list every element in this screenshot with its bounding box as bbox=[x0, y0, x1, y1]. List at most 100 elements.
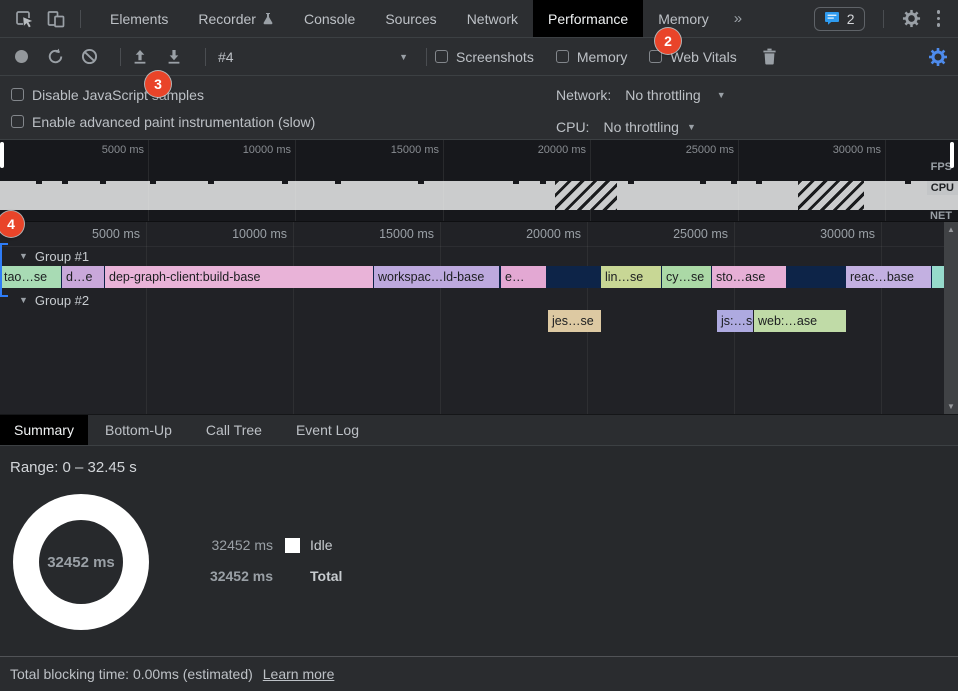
memory-checkbox[interactable]: Memory bbox=[556, 49, 628, 65]
flame-track-group1: tao…sed…edep-graph-client:build-basework… bbox=[0, 266, 944, 288]
advanced-paint-checkbox[interactable]: Enable advanced paint instrumentation (s… bbox=[0, 108, 958, 135]
timeline-overview[interactable]: FPS CPU NET 5000 ms10000 ms15000 ms20000… bbox=[0, 140, 958, 222]
flame-tick-label: 15000 ms bbox=[379, 227, 434, 241]
tab-recorder[interactable]: Recorder bbox=[183, 0, 289, 37]
issues-counter[interactable]: 2 bbox=[814, 7, 865, 31]
cpu-notch bbox=[62, 181, 68, 184]
tab-elements[interactable]: Elements bbox=[95, 0, 183, 37]
flame-group1-header[interactable]: ▼ Group #1 bbox=[0, 247, 89, 265]
tab-bottom-up[interactable]: Bottom-Up bbox=[88, 415, 189, 445]
overview-tick-label: 5000 ms bbox=[102, 144, 144, 156]
overview-right-handle[interactable] bbox=[950, 142, 954, 168]
cpu-notch bbox=[100, 181, 106, 184]
cpu-notch bbox=[700, 181, 706, 184]
chevron-down-icon: ▼ bbox=[687, 122, 696, 132]
cpu-notch bbox=[731, 181, 737, 184]
cpu-notch bbox=[36, 181, 42, 184]
cpu-notch bbox=[513, 181, 519, 184]
divider bbox=[205, 48, 206, 66]
device-toolbar-icon[interactable] bbox=[46, 9, 66, 29]
flame-group2-header[interactable]: ▼ Group #2 bbox=[0, 291, 89, 309]
cpu-notch bbox=[150, 181, 156, 184]
flame-tick-label: 20000 ms bbox=[526, 227, 581, 241]
recording-select[interactable]: #4 ▼ bbox=[218, 49, 408, 65]
flame-bar[interactable]: cy…se bbox=[662, 266, 711, 288]
overview-left-handle[interactable] bbox=[0, 142, 4, 168]
cpu-notch bbox=[335, 181, 341, 184]
overview-gridline bbox=[443, 140, 444, 221]
overview-tick-label: 10000 ms bbox=[243, 144, 291, 156]
tab-sources[interactable]: Sources bbox=[370, 0, 451, 37]
cpu-notch bbox=[418, 181, 424, 184]
capture-settings-pane: Disable JavaScript samples Enable advanc… bbox=[0, 76, 958, 140]
scroll-down-icon[interactable]: ▼ bbox=[944, 402, 958, 411]
tab-performance[interactable]: Performance bbox=[533, 0, 643, 37]
disable-js-samples-checkbox[interactable]: Disable JavaScript samples bbox=[0, 81, 958, 108]
screenshots-checkbox[interactable]: Screenshots bbox=[435, 49, 534, 65]
settings-gear-icon[interactable] bbox=[902, 9, 921, 28]
cpu-notch bbox=[540, 181, 546, 184]
network-throttling-select[interactable]: Network: No throttling ▼ bbox=[556, 87, 726, 103]
clear-recordings-icon[interactable] bbox=[78, 46, 100, 68]
divider bbox=[883, 10, 884, 28]
tab-network[interactable]: Network bbox=[452, 0, 533, 37]
tab-event-log[interactable]: Event Log bbox=[279, 415, 376, 445]
divider bbox=[80, 10, 81, 28]
checkbox-box bbox=[435, 50, 448, 63]
tab-memory[interactable]: Memory bbox=[643, 0, 724, 37]
flame-bar[interactable]: js:…se bbox=[717, 310, 753, 332]
flame-bar[interactable]: d…e bbox=[62, 266, 104, 288]
flame-tick-label: 30000 ms bbox=[820, 227, 875, 241]
time-breakdown-donut: 32452 ms bbox=[13, 494, 149, 630]
flame-bar[interactable]: jes…se bbox=[548, 310, 601, 332]
flame-bar[interactable]: sto…ase bbox=[712, 266, 786, 288]
fps-lane-label: FPS bbox=[931, 161, 952, 173]
overview-gridline bbox=[295, 140, 296, 221]
record-button[interactable] bbox=[10, 46, 32, 68]
overview-gridline bbox=[738, 140, 739, 221]
recording-select-value: #4 bbox=[218, 49, 234, 65]
cpu-notch bbox=[282, 181, 288, 184]
annotation-badge: 2 bbox=[655, 28, 681, 54]
tab-call-tree[interactable]: Call Tree bbox=[189, 415, 279, 445]
reload-and-record-button[interactable] bbox=[44, 46, 66, 68]
chevron-down-icon: ▼ bbox=[399, 52, 408, 62]
flame-bar[interactable]: e… bbox=[501, 266, 546, 288]
status-footer: Total blocking time: 0.00ms (estimated) … bbox=[0, 656, 958, 691]
flame-bar[interactable]: reac…base bbox=[846, 266, 931, 288]
performance-toolbar: #4 ▼ Screenshots Memory Web Vitals bbox=[0, 38, 958, 76]
divider bbox=[426, 48, 427, 66]
flame-bar[interactable]: tao…se bbox=[0, 266, 61, 288]
flame-scrollbar[interactable]: ▲ ▼ bbox=[944, 222, 958, 414]
scroll-up-icon[interactable]: ▲ bbox=[944, 225, 958, 234]
collapse-triangle-icon: ▼ bbox=[19, 295, 28, 305]
cpu-notch bbox=[756, 181, 762, 184]
load-profile-icon[interactable] bbox=[129, 46, 151, 68]
idle-swatch bbox=[285, 538, 300, 553]
legend-row-idle: 32452 ms Idle bbox=[207, 536, 342, 554]
flame-bar[interactable] bbox=[932, 266, 944, 288]
flame-bar[interactable]: workspac…ld-base bbox=[374, 266, 499, 288]
inspect-element-icon[interactable] bbox=[14, 9, 34, 29]
overview-tick-label: 30000 ms bbox=[833, 144, 881, 156]
collapse-triangle-icon: ▼ bbox=[19, 251, 28, 261]
overview-tick-label: 20000 ms bbox=[538, 144, 586, 156]
cpu-throttling-select[interactable]: CPU: No throttling ▼ bbox=[556, 119, 696, 135]
learn-more-link[interactable]: Learn more bbox=[263, 666, 335, 682]
flame-chart[interactable]: ▼ Group #1 tao…sed…edep-graph-client:bui… bbox=[0, 222, 958, 414]
tab-console[interactable]: Console bbox=[289, 0, 370, 37]
legend-row-total: 32452 ms Total bbox=[207, 567, 342, 585]
save-profile-icon[interactable] bbox=[163, 46, 185, 68]
trash-icon[interactable] bbox=[759, 46, 781, 68]
divider bbox=[120, 48, 121, 66]
flask-icon bbox=[262, 12, 274, 25]
more-options-menu-icon[interactable] bbox=[931, 8, 947, 29]
tab-summary[interactable]: Summary bbox=[0, 415, 88, 445]
devtools-window: Elements Recorder Console Sources Networ… bbox=[0, 0, 958, 691]
more-tabs-button[interactable]: » bbox=[724, 0, 752, 37]
capture-settings-gear-icon[interactable] bbox=[928, 47, 948, 67]
flame-bar[interactable]: web:…ase bbox=[754, 310, 846, 332]
selection-bracket bbox=[0, 243, 8, 297]
flame-bar[interactable]: lin…se bbox=[601, 266, 661, 288]
flame-bar[interactable]: dep-graph-client:build-base bbox=[105, 266, 373, 288]
